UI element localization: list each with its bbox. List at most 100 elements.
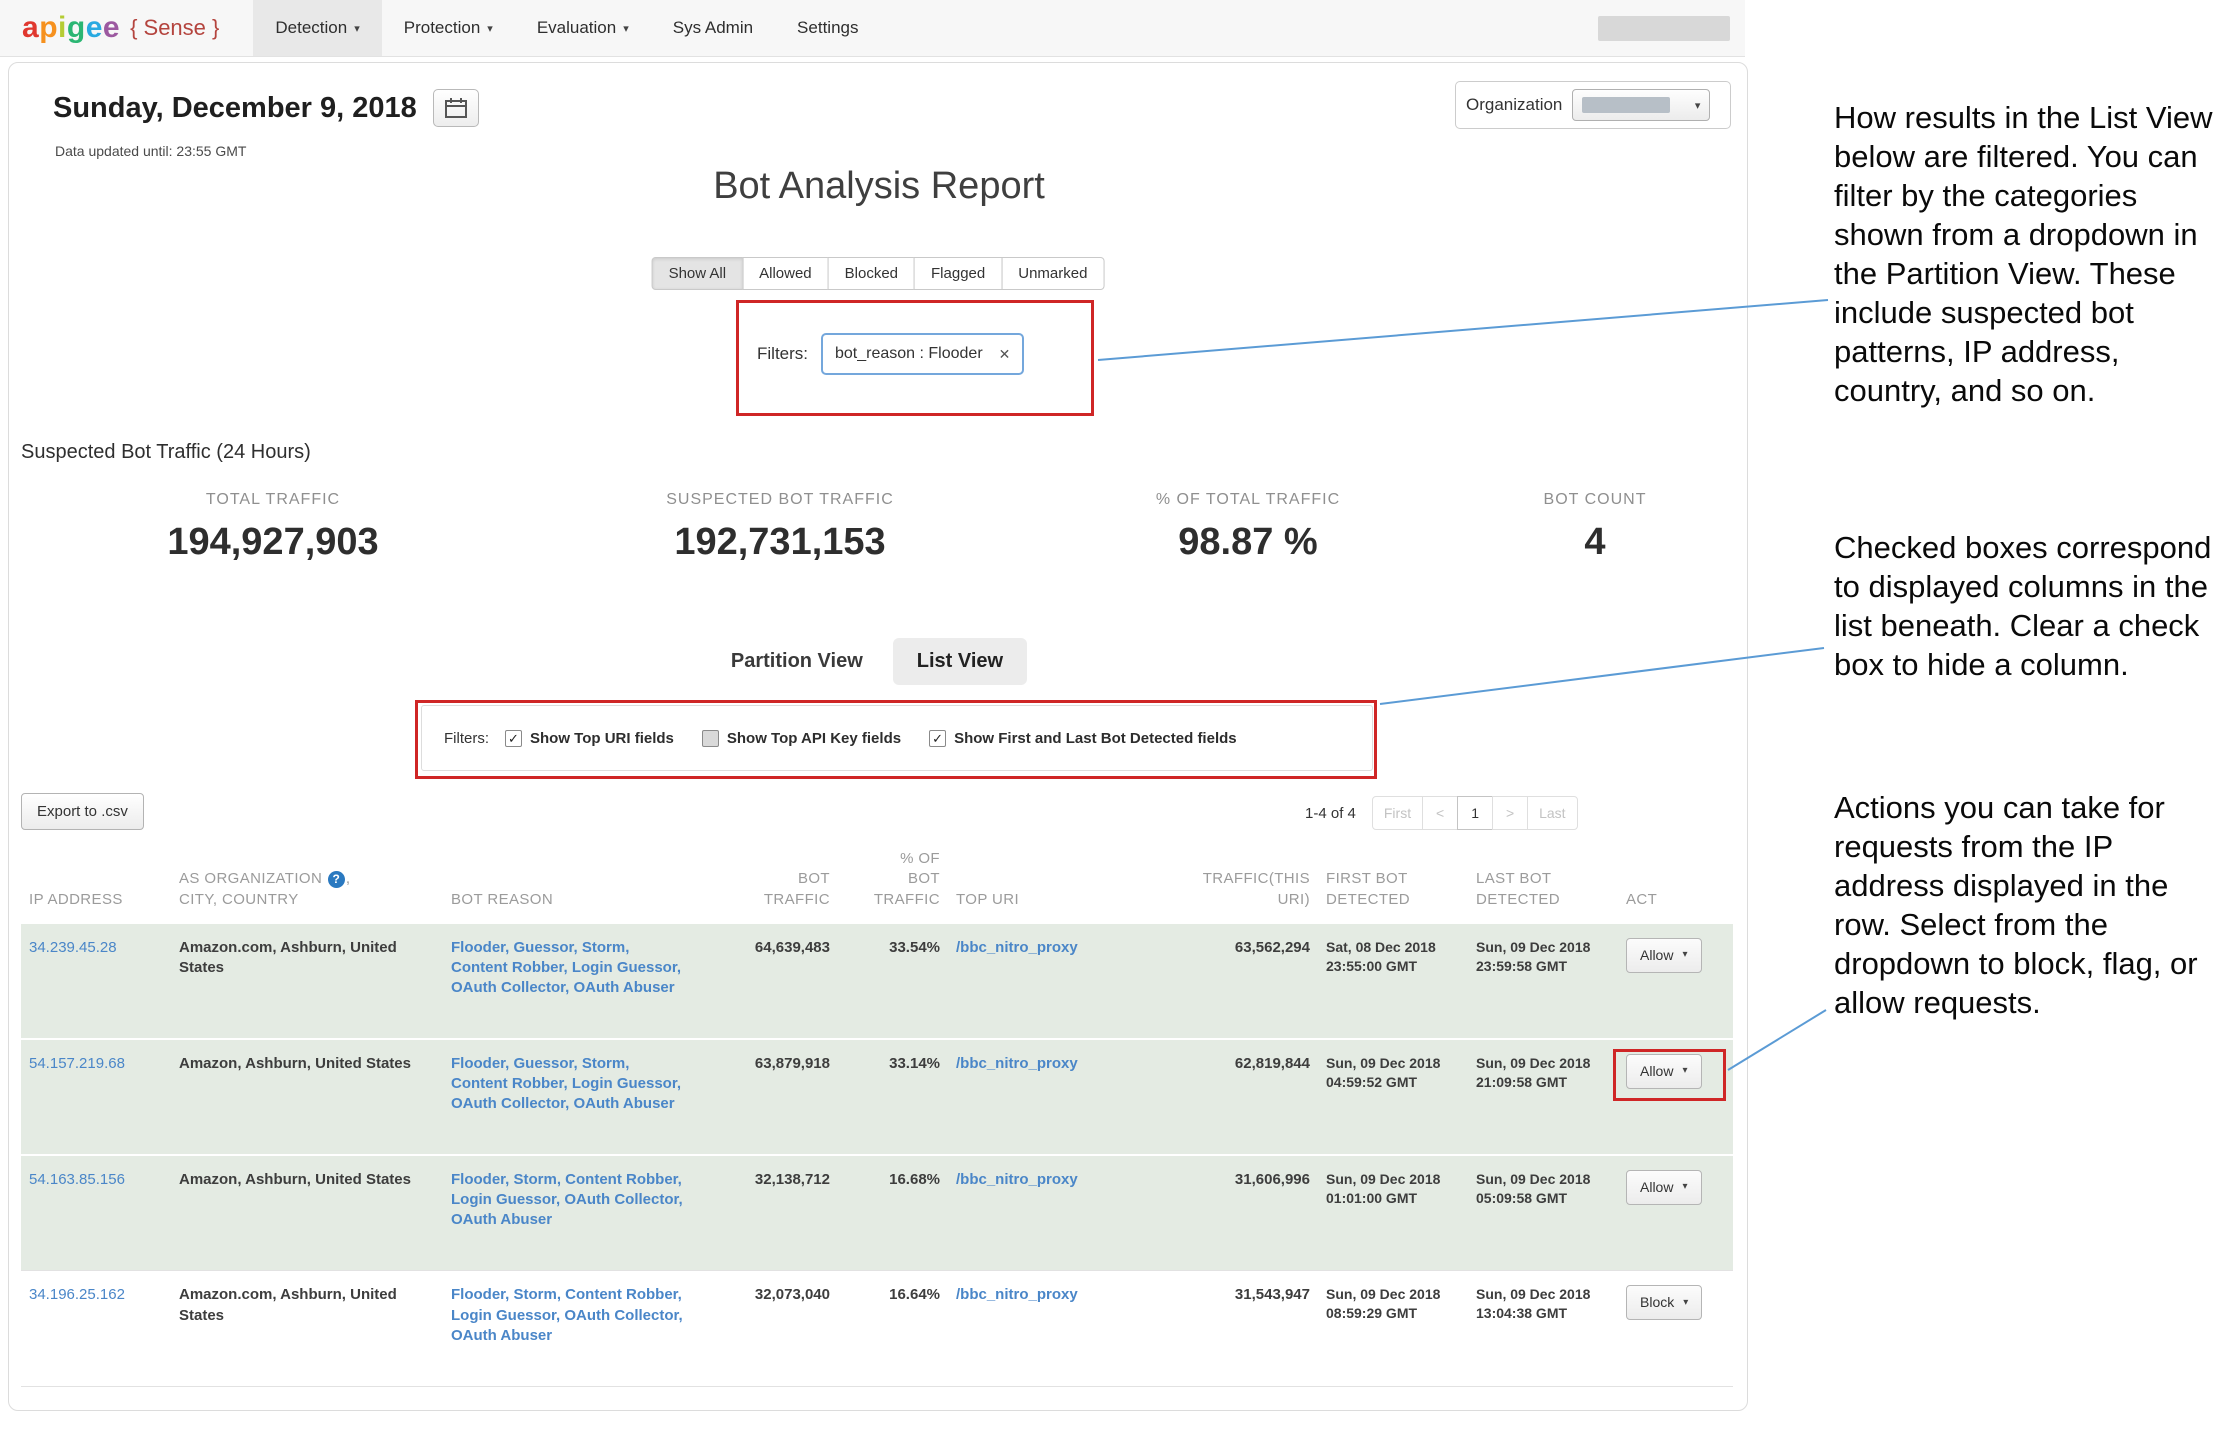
checkbox-label: Show Top API Key fields — [727, 730, 901, 747]
calendar-button[interactable] — [433, 89, 479, 127]
bot-reason-links[interactable]: Flooder, Storm, Content Robber, Login Gu… — [451, 1171, 683, 1229]
help-icon[interactable]: ? — [328, 871, 345, 888]
top-uri-link[interactable]: /bbc_nitro_proxy — [956, 1286, 1078, 1303]
status-filter-tabs: Show All Allowed Blocked Flagged Unmarke… — [652, 257, 1105, 290]
nav-item-label: Settings — [797, 18, 858, 38]
ip-link[interactable]: 54.163.85.156 — [29, 1171, 125, 1188]
user-email-redacted — [1598, 16, 1730, 41]
nav-item-label: Detection — [275, 18, 347, 38]
action-label: Allow — [1640, 1178, 1673, 1197]
traffic-this-uri-cell: 31,543,947 — [1148, 1271, 1318, 1387]
tab-blocked[interactable]: Blocked — [828, 257, 915, 290]
stat-label: % OF TOTAL TRAFFIC — [1156, 491, 1340, 509]
filter-tag-bot-reason[interactable]: bot_reason : Flooder ✕ — [821, 333, 1024, 375]
pagination-last-button[interactable]: Last — [1527, 796, 1577, 830]
stat-bot-count: BOT COUNT 4 — [1544, 491, 1647, 564]
top-uri-link[interactable]: /bbc_nitro_proxy — [956, 1171, 1078, 1188]
table-row: 54.163.85.156 Amazon, Ashburn, United St… — [21, 1155, 1733, 1271]
chevron-down-icon: ▾ — [623, 22, 629, 35]
bot-reason-links[interactable]: Flooder, Guessor, Storm, Content Robber,… — [451, 1055, 681, 1113]
stat-total-traffic: TOTAL TRAFFIC 194,927,903 — [167, 491, 378, 564]
partition-view-tab[interactable]: Partition View — [731, 650, 863, 673]
checkbox-show-first-last-detected[interactable]: Show First and Last Bot Detected fields — [929, 730, 1237, 747]
pct-bot-traffic-cell: 33.54% — [838, 923, 948, 1039]
chevron-down-icon: ▾ — [1682, 1064, 1687, 1078]
as-organization-cell: Amazon.com, Ashburn, United States — [171, 1271, 443, 1387]
nav-item-protection[interactable]: Protection ▾ — [382, 0, 515, 56]
checkbox-icon[interactable] — [702, 730, 719, 747]
logo-letter: a — [22, 11, 39, 45]
organization-dropdown[interactable]: ▾ — [1572, 89, 1710, 121]
list-view-tab[interactable]: List View — [893, 638, 1027, 685]
stat-label: BOT COUNT — [1544, 491, 1647, 509]
bot-reason-links[interactable]: Flooder, Storm, Content Robber, Login Gu… — [451, 1286, 683, 1344]
tab-unmarked[interactable]: Unmarked — [1001, 257, 1104, 290]
view-toggle: Partition View List View — [9, 638, 1749, 685]
nav-item-settings[interactable]: Settings — [775, 0, 880, 56]
pagination-first-button[interactable]: First — [1372, 796, 1423, 830]
calendar-icon — [445, 98, 467, 118]
chevron-down-icon: ▾ — [1695, 99, 1701, 112]
filters-row: Filters: bot_reason : Flooder ✕ — [757, 333, 1024, 375]
first-bot-detected-cell: Sun, 09 Dec 2018 08:59:29 GMT — [1318, 1271, 1468, 1387]
bot-traffic-cell: 32,073,040 — [693, 1271, 838, 1387]
ip-link[interactable]: 54.157.219.68 — [29, 1055, 125, 1072]
organization-label: Organization — [1466, 95, 1562, 115]
nav-item-evaluation[interactable]: Evaluation ▾ — [515, 0, 651, 56]
table-header-row: IP ADDRESS AS ORGANIZATION ?, CITY, COUN… — [21, 837, 1733, 923]
export-csv-button[interactable]: Export to .csv — [21, 793, 144, 830]
column-filters-bar: Filters: Show Top URI fields Show Top AP… — [421, 705, 1373, 771]
date-row: Sunday, December 9, 2018 — [53, 89, 479, 127]
as-organization-cell: Amazon, Ashburn, United States — [171, 1155, 443, 1271]
checkbox-icon[interactable] — [505, 730, 522, 747]
stat-value: 4 — [1544, 521, 1647, 564]
ip-link[interactable]: 34.196.25.162 — [29, 1286, 125, 1303]
pagination: 1-4 of 4 First < 1 > Last — [1305, 796, 1578, 830]
checkbox-show-top-api-key[interactable]: Show Top API Key fields — [702, 730, 901, 747]
traffic-this-uri-cell: 63,562,294 — [1148, 923, 1318, 1039]
checkbox-icon[interactable] — [929, 730, 946, 747]
chevron-down-icon: ▾ — [487, 22, 493, 35]
pagination-page-1-button[interactable]: 1 — [1457, 796, 1493, 830]
col-header-bot-traffic: BOT TRAFFIC — [693, 837, 838, 923]
col-header-text: AS ORGANIZATION — [179, 870, 322, 887]
col-header-top-uri: TOP URI — [948, 837, 1148, 923]
last-bot-detected-cell: Sun, 09 Dec 2018 13:04:38 GMT — [1468, 1271, 1618, 1387]
last-bot-detected-cell: Sun, 09 Dec 2018 05:09:58 GMT — [1468, 1155, 1618, 1271]
pagination-next-button[interactable]: > — [1492, 796, 1528, 830]
chevron-down-icon: ▾ — [1683, 1296, 1688, 1310]
bot-traffic-cell: 64,639,483 — [693, 923, 838, 1039]
pagination-prev-button[interactable]: < — [1422, 796, 1458, 830]
filters-label: Filters: — [757, 344, 808, 364]
top-nav: a p i g e e { Sense } Detection ▾ Protec… — [0, 0, 1745, 57]
traffic-this-uri-cell: 62,819,844 — [1148, 1039, 1318, 1155]
checkbox-show-top-uri[interactable]: Show Top URI fields — [505, 730, 674, 747]
table-row: 34.196.25.162 Amazon.com, Ashburn, Unite… — [21, 1271, 1733, 1387]
action-label: Allow — [1640, 946, 1673, 965]
col-header-bot-reason: BOT REASON — [443, 837, 693, 923]
top-uri-link[interactable]: /bbc_nitro_proxy — [956, 1055, 1078, 1072]
bot-reason-links[interactable]: Flooder, Guessor, Storm, Content Robber,… — [451, 939, 681, 997]
action-dropdown[interactable]: Allow ▾ — [1626, 1170, 1702, 1205]
tab-allowed[interactable]: Allowed — [742, 257, 829, 290]
nav-item-label: Sys Admin — [673, 18, 753, 38]
sense-logo-suffix: { Sense } — [130, 15, 219, 41]
ip-link[interactable]: 34.239.45.28 — [29, 939, 117, 956]
action-dropdown[interactable]: Block▾ — [1626, 1285, 1702, 1320]
as-organization-cell: Amazon, Ashburn, United States — [171, 1039, 443, 1155]
last-bot-detected-cell: Sun, 09 Dec 2018 21:09:58 GMT — [1468, 1039, 1618, 1155]
nav-item-detection[interactable]: Detection ▾ — [253, 0, 381, 56]
stat-label: SUSPECTED BOT TRAFFIC — [666, 491, 894, 509]
table-row: 34.239.45.28 Amazon.com, Ashburn, United… — [21, 923, 1733, 1039]
filter-tag-text: bot_reason : Flooder — [835, 345, 983, 363]
action-dropdown[interactable]: Allow▾ — [1626, 1054, 1702, 1089]
remove-filter-icon[interactable]: ✕ — [999, 346, 1011, 363]
tab-show-all[interactable]: Show All — [652, 257, 744, 290]
nav-item-sys-admin[interactable]: Sys Admin — [651, 0, 775, 56]
annotation-checkbox-note: Checked boxes correspond to displayed co… — [1834, 528, 2216, 684]
top-uri-link[interactable]: /bbc_nitro_proxy — [956, 939, 1078, 956]
chevron-down-icon: ▾ — [1682, 1180, 1687, 1194]
tab-flagged[interactable]: Flagged — [914, 257, 1002, 290]
action-dropdown[interactable]: Allow▾ — [1626, 938, 1702, 973]
filters-label: Filters: — [444, 730, 489, 747]
